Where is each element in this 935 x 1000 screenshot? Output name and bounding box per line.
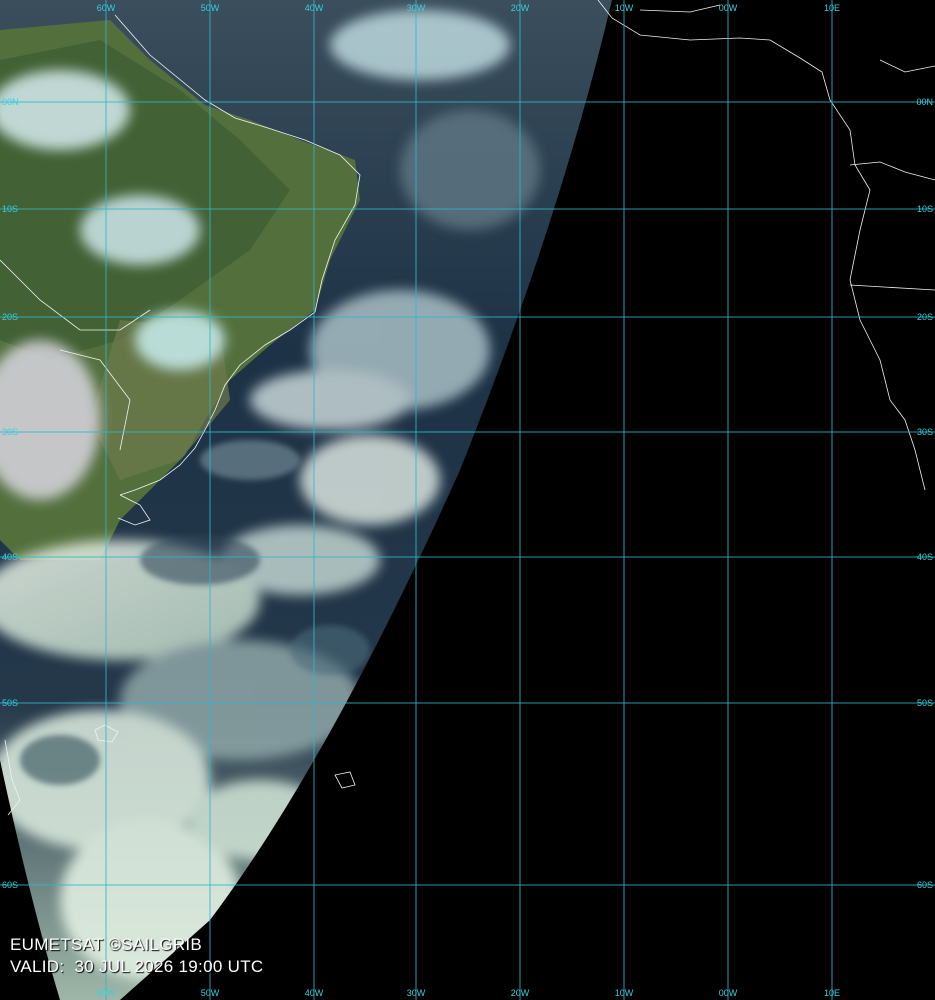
latitude-label-left: 50S (2, 698, 18, 708)
latitude-label-left: 30S (2, 427, 18, 437)
longitude-label-top: 40W (305, 3, 324, 13)
latitude-label-right: 20S (917, 312, 933, 322)
longitude-label-bottom: 20W (511, 988, 530, 998)
longitude-label-bottom: 60W (97, 988, 116, 998)
latitude-label-right: 00N (916, 97, 933, 107)
valid-time: 30 JUL 2026 19:00 UTC (74, 957, 264, 976)
latitude-label-left: 00N (2, 97, 19, 107)
latitude-label-left: 10S (2, 204, 18, 214)
latitude-label-right: 60S (917, 880, 933, 890)
longitude-label-top: 00W (719, 3, 738, 13)
latitude-label-right: 10S (917, 204, 933, 214)
latitude-label-right: 40S (917, 552, 933, 562)
longitude-label-bottom: 10W (615, 988, 634, 998)
longitude-label-bottom: 30W (407, 988, 426, 998)
latitude-label-right: 30S (917, 427, 933, 437)
longitude-label-top: 10W (615, 3, 634, 13)
longitude-label-top: 30W (407, 3, 426, 13)
longitude-label-top: 60W (97, 3, 116, 13)
latitude-label-left: 40S (2, 552, 18, 562)
longitude-label-bottom: 00W (719, 988, 738, 998)
longitude-label-top: 20W (511, 3, 530, 13)
latitude-label-left: 20S (2, 312, 18, 322)
valid-label: VALID: (10, 957, 65, 976)
satellite-map: 60W 60W 50W 50W 40W 40W 30W 30W 20W 20W 10W 10W 00W 0… (0, 0, 935, 1000)
longitude-label-bottom: 40W (305, 988, 324, 998)
longitude-label-top: 10E (824, 3, 840, 13)
longitude-label-bottom: 10E (824, 988, 840, 998)
latitude-label-right: 50S (917, 698, 933, 708)
source-caption: EUMETSAT ©SAILGRIB (10, 935, 203, 954)
longitude-label-top: 50W (201, 3, 220, 13)
longitude-label-bottom: 50W (201, 988, 220, 998)
valid-time-caption: VALID: 30 JUL 2026 19:00 UTC (10, 957, 263, 977)
latitude-label-left: 60S (2, 880, 18, 890)
